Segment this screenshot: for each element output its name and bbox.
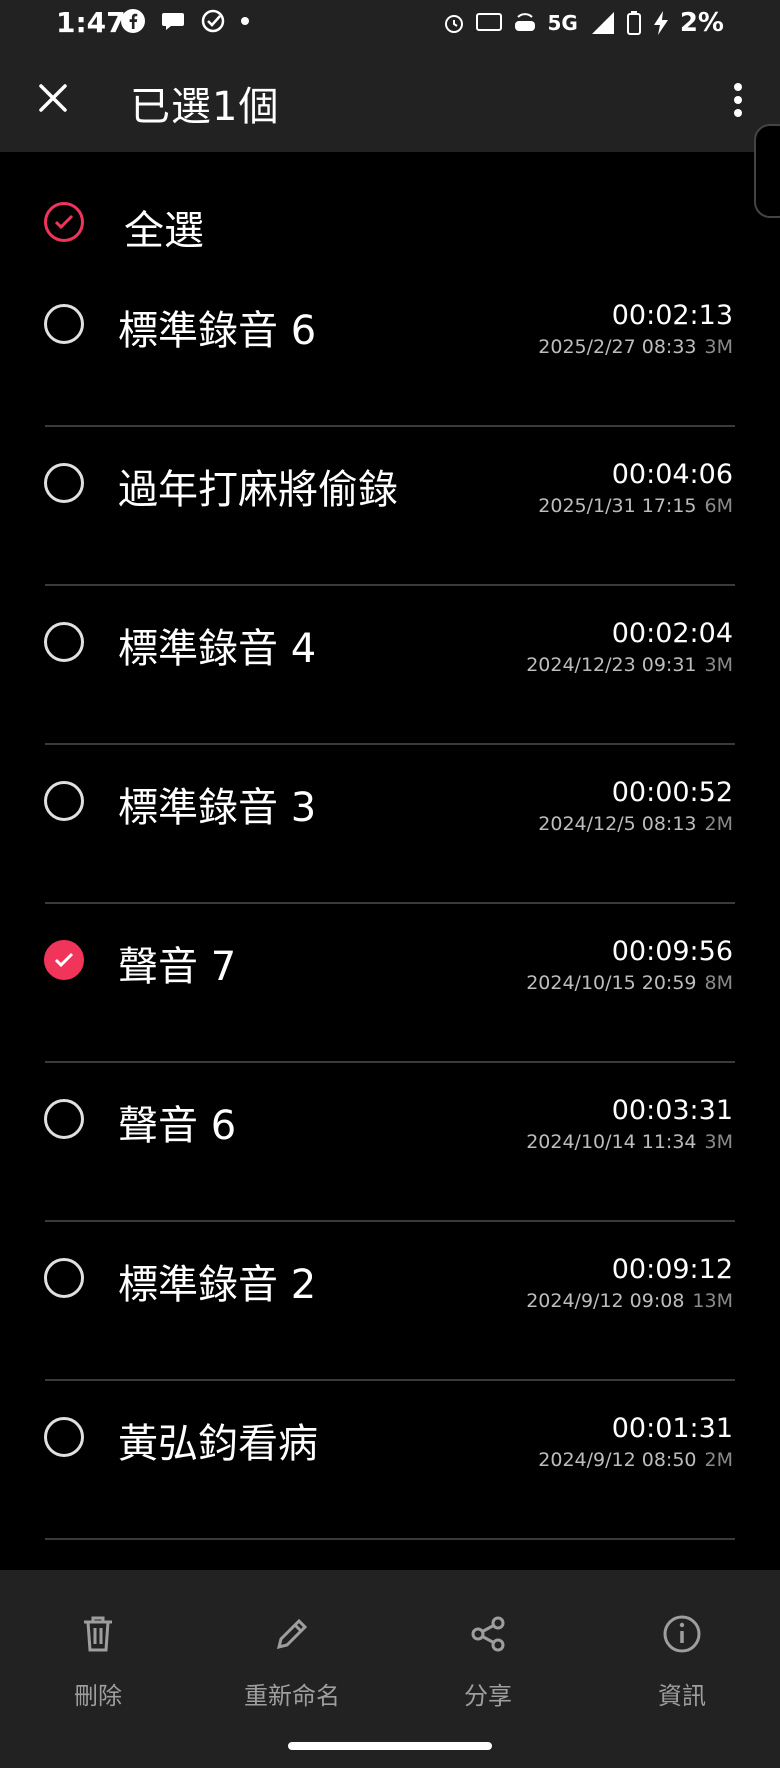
- bottom-action-bar: 刪除 重新命名 分享 資訊: [0, 1570, 780, 1768]
- recording-duration: 00:00:52: [611, 777, 733, 808]
- recording-size: 3M: [704, 654, 733, 676]
- recording-date: 2025/2/27 08:33: [538, 336, 697, 358]
- recording-title: 標準錄音 2: [118, 1262, 317, 1308]
- recording-row[interactable]: 聲音 7 00:09:56 2024/10/15 20:59 8M: [0, 904, 780, 1063]
- recording-meta: 2025/2/27 08:33 3M: [538, 336, 733, 358]
- chat-bubble-icon: [162, 13, 184, 30]
- recording-checkbox[interactable]: [44, 304, 84, 344]
- system-icons: 5G 2%: [442, 8, 724, 38]
- recording-checkbox[interactable]: [44, 781, 84, 821]
- share-button[interactable]: 分享: [408, 1606, 568, 1716]
- facebook-icon: [121, 9, 145, 33]
- recording-row[interactable]: 聲音 6 00:03:31 2024/10/14 11:34 3M: [0, 1063, 780, 1222]
- select-all-checkbox[interactable]: [44, 202, 84, 242]
- battery-icon: [626, 11, 641, 35]
- trash-icon: [84, 1616, 112, 1652]
- recording-checkbox[interactable]: [44, 940, 84, 980]
- recording-duration: 00:09:12: [611, 1254, 733, 1285]
- recording-meta: 2024/12/5 08:13 2M: [538, 813, 733, 835]
- recording-size: 3M: [704, 1131, 733, 1153]
- recording-size: 8M: [704, 972, 733, 994]
- recording-checkbox[interactable]: [44, 463, 84, 503]
- checkmark-icon: [54, 952, 74, 968]
- close-icon: [39, 84, 67, 112]
- battery-percent: 2%: [679, 8, 724, 38]
- more-vertical-icon: [734, 83, 742, 117]
- notification-icons: [120, 8, 250, 34]
- selection-count-title: 已選1個: [130, 84, 280, 130]
- recording-row[interactable]: 標準錄音 4 00:02:04 2024/12/23 09:31 3M: [0, 586, 780, 745]
- recording-duration: 00:02:04: [611, 618, 733, 649]
- recording-title: 聲音 6: [118, 1103, 237, 1149]
- recording-date: 2025/1/31 17:15: [538, 495, 697, 517]
- status-time: 1:47: [56, 6, 126, 39]
- recording-meta: 2025/1/31 17:15 6M: [538, 495, 733, 517]
- recording-title: 標準錄音 4: [118, 626, 317, 672]
- recording-row[interactable]: 標準錄音 3 00:00:52 2024/12/5 08:13 2M: [0, 745, 780, 904]
- recording-row[interactable]: 標準錄音 2 00:09:12 2024/9/12 09:08 13M: [0, 1222, 780, 1381]
- recording-date: 2024/12/5 08:13: [538, 813, 697, 835]
- checkmark-icon: [54, 214, 74, 230]
- network-type: 5G: [547, 11, 578, 35]
- recording-date: 2024/9/12 08:50: [538, 1449, 697, 1471]
- recording-checkbox[interactable]: [44, 1099, 84, 1139]
- recording-date: 2024/12/23 09:31: [526, 654, 697, 676]
- recording-size: 2M: [704, 1449, 733, 1471]
- recording-list: 標準錄音 6 00:02:13 2025/2/27 08:33 3M 過年打麻將偷錄 00…: [0, 268, 780, 1540]
- recording-checkbox[interactable]: [44, 1258, 84, 1298]
- charging-icon: [653, 11, 668, 35]
- share-icon: [471, 1616, 505, 1652]
- recording-size: 3M: [704, 336, 733, 358]
- recording-meta: 2024/12/23 09:31 3M: [526, 654, 733, 676]
- recording-duration: 00:03:31: [611, 1095, 733, 1126]
- recording-checkbox[interactable]: [44, 622, 84, 662]
- recording-meta: 2024/10/14 11:34 3M: [526, 1131, 733, 1153]
- dot-icon: [241, 17, 249, 25]
- recording-checkbox[interactable]: [44, 1417, 84, 1457]
- pencil-icon: [276, 1618, 308, 1650]
- recording-row[interactable]: 過年打麻將偷錄 00:04:06 2025/1/31 17:15 6M: [0, 427, 780, 586]
- recording-title: 黃弘鈞看病: [118, 1421, 318, 1467]
- selection-app-bar: 已選1個: [0, 48, 780, 152]
- alarm-icon: [444, 15, 463, 33]
- recording-duration: 00:09:56: [611, 936, 733, 967]
- delete-label: 刪除: [74, 1682, 122, 1710]
- info-button[interactable]: 資訊: [602, 1606, 762, 1716]
- recording-row[interactable]: 黃弘鈞看病 00:01:31 2024/9/12 08:50 2M: [0, 1381, 780, 1540]
- recording-row[interactable]: 標準錄音 6 00:02:13 2025/2/27 08:33 3M: [0, 268, 780, 427]
- recording-meta: 2024/9/12 08:50 2M: [538, 1449, 733, 1471]
- recording-duration: 00:02:13: [611, 300, 733, 331]
- recording-meta: 2024/9/12 09:08 13M: [526, 1290, 733, 1312]
- select-all-row[interactable]: 全選: [0, 180, 780, 268]
- recording-date: 2024/10/14 11:34: [526, 1131, 697, 1153]
- auto-hz-icon: [475, 13, 502, 31]
- recording-size: 6M: [704, 495, 733, 517]
- check-badge-icon: [201, 9, 225, 33]
- close-button[interactable]: [28, 70, 78, 126]
- recording-meta: 2024/10/15 20:59 8M: [526, 972, 733, 994]
- recording-duration: 00:04:06: [611, 459, 733, 490]
- status-bar: 1:47 5G 2%: [0, 0, 780, 48]
- recording-title: 過年打麻將偷錄: [118, 467, 398, 513]
- rename-label: 重新命名: [244, 1682, 340, 1710]
- row-divider: [45, 1538, 735, 1540]
- info-label: 資訊: [658, 1682, 706, 1710]
- recording-date: 2024/9/12 09:08: [526, 1290, 685, 1312]
- recording-duration: 00:01:31: [611, 1413, 733, 1444]
- recording-size: 13M: [692, 1290, 733, 1312]
- rename-button[interactable]: 重新命名: [212, 1606, 372, 1716]
- recording-title: 標準錄音 6: [118, 308, 317, 354]
- select-all-label: 全選: [124, 208, 204, 254]
- recording-size: 2M: [704, 813, 733, 835]
- volte-icon: [514, 13, 535, 31]
- home-indicator[interactable]: [288, 1742, 492, 1750]
- more-options-button[interactable]: [718, 72, 758, 128]
- share-label: 分享: [464, 1682, 512, 1710]
- recording-date: 2024/10/15 20:59: [526, 972, 697, 994]
- delete-button[interactable]: 刪除: [18, 1606, 178, 1716]
- info-icon: [663, 1615, 701, 1653]
- recording-title: 聲音 7: [118, 944, 237, 990]
- recording-title: 標準錄音 3: [118, 785, 317, 831]
- signal-icon: [591, 12, 614, 34]
